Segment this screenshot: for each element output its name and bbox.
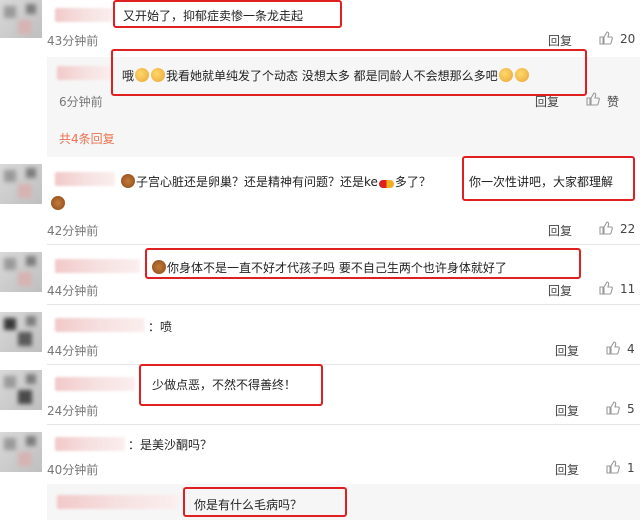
comment-text-part: 子宫心脏还是卵巢？还是精神有问题？还是ke xyxy=(136,175,378,189)
reply-button[interactable]: 回复 xyxy=(548,222,572,239)
pill-icon xyxy=(378,180,394,188)
comment-time: 42分钟前 xyxy=(47,224,99,238)
highlight-box xyxy=(139,364,323,406)
highlight-box xyxy=(111,49,587,96)
avatar[interactable] xyxy=(0,0,42,38)
bear-emoji-icon xyxy=(51,196,65,210)
comment-time: 44分钟前 xyxy=(47,284,99,298)
avatar[interactable] xyxy=(0,164,42,204)
comment-time: 44分钟前 xyxy=(47,344,99,358)
username-blurred[interactable] xyxy=(55,259,140,273)
username-blurred[interactable] xyxy=(55,437,125,451)
thumbs-up-icon[interactable] xyxy=(598,220,614,239)
divider xyxy=(47,364,640,365)
comment-time: 6分钟前 xyxy=(59,95,103,109)
highlight-box xyxy=(113,0,342,28)
like-count: 5 xyxy=(627,402,635,416)
username-blurred[interactable] xyxy=(57,66,112,80)
like-count: 4 xyxy=(627,342,635,356)
bear-emoji-icon xyxy=(121,174,135,188)
comment-text: 子宫心脏还是卵巢？还是精神有问题？还是ke 多了？ xyxy=(120,173,431,190)
reply-button[interactable]: 回复 xyxy=(555,461,579,478)
reply-button[interactable]: 回复 xyxy=(555,342,579,359)
reply-button[interactable]: 回复 xyxy=(555,402,579,419)
like-count: 11 xyxy=(620,282,636,296)
username-blurred[interactable] xyxy=(55,318,145,332)
avatar[interactable] xyxy=(0,370,42,410)
thumbs-up-icon[interactable] xyxy=(598,30,614,49)
divider xyxy=(47,304,640,305)
avatar[interactable] xyxy=(0,432,42,472)
comment-text-part: 多了？ xyxy=(394,175,431,189)
thumbs-up-icon[interactable] xyxy=(605,459,621,478)
comment-time: 43分钟前 xyxy=(47,34,99,48)
like-label[interactable]: 赞 xyxy=(607,93,619,110)
thumbs-up-icon[interactable] xyxy=(605,400,621,419)
thumbs-up-icon[interactable] xyxy=(598,280,614,299)
username-blurred[interactable] xyxy=(55,377,135,391)
highlight-box xyxy=(462,156,635,201)
reply-button[interactable]: 回复 xyxy=(548,282,572,299)
more-replies-link[interactable]: 共4条回复 xyxy=(59,130,115,147)
highlight-box xyxy=(183,487,347,517)
comment-time: 24分钟前 xyxy=(47,404,99,418)
divider xyxy=(47,424,640,425)
comment-time: 40分钟前 xyxy=(47,463,99,477)
username-blurred[interactable] xyxy=(55,8,113,22)
comment-text: ：喷 xyxy=(148,320,173,334)
like-count: 20 xyxy=(620,32,636,46)
comment-text: ：是美沙酮吗？ xyxy=(128,438,213,452)
thumbs-up-icon[interactable] xyxy=(605,340,621,359)
username-blurred[interactable] xyxy=(55,172,115,186)
like-count: 22 xyxy=(620,222,636,236)
reply-button[interactable]: 回复 xyxy=(548,32,572,49)
avatar[interactable] xyxy=(0,252,42,292)
avatar[interactable] xyxy=(0,312,42,352)
highlight-box xyxy=(145,248,581,279)
like-count: 1 xyxy=(627,461,635,475)
divider xyxy=(47,244,640,245)
reply-button[interactable]: 回复 xyxy=(535,93,559,110)
thumbs-up-icon[interactable] xyxy=(585,91,601,110)
username-blurred[interactable] xyxy=(57,495,177,509)
